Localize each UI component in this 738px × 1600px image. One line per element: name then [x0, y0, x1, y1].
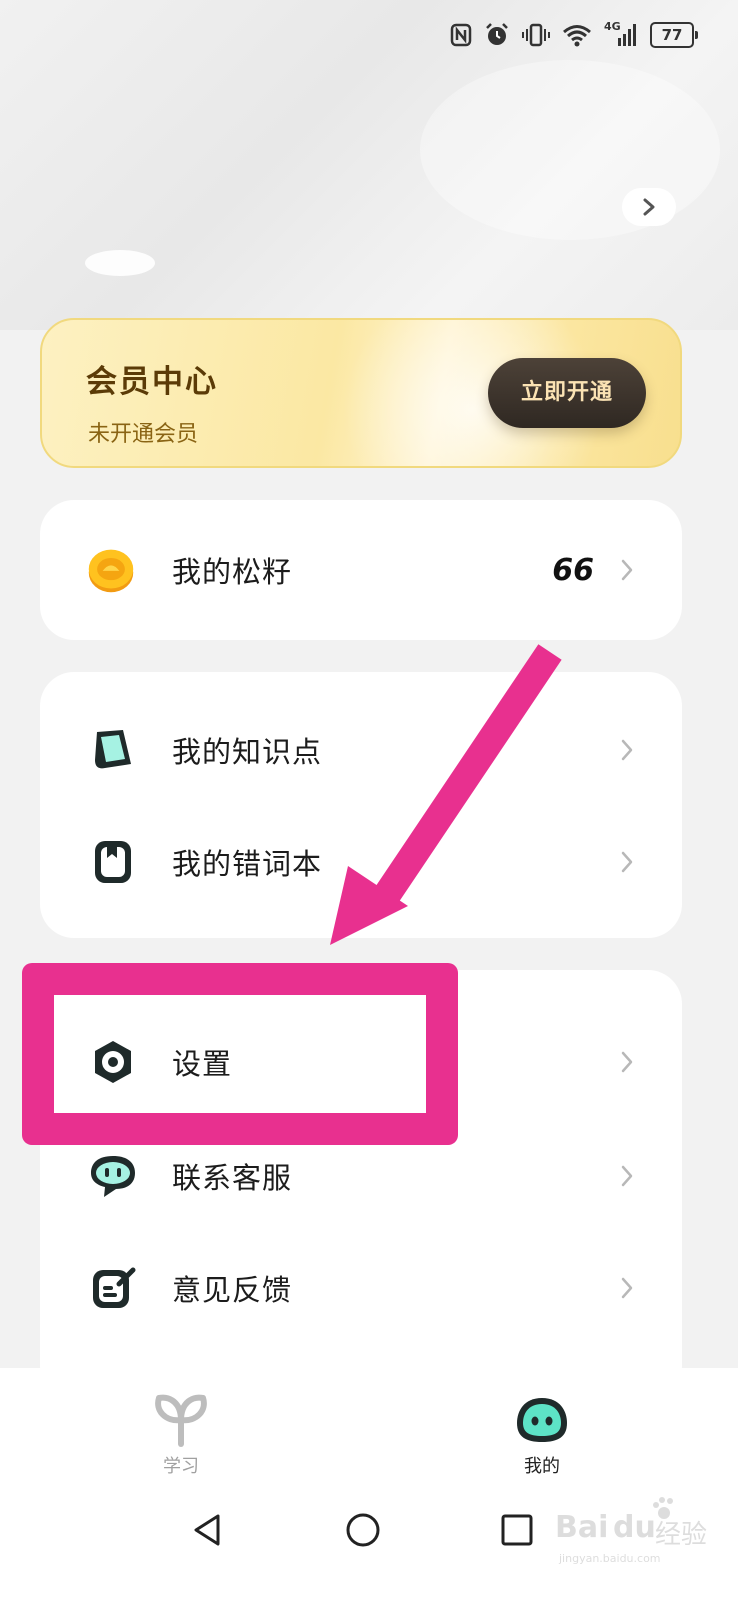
- menu-row-wordbook[interactable]: 我的错词本: [40, 812, 682, 912]
- chevron-right-icon: [621, 559, 633, 581]
- chevron-right-icon: [621, 1051, 633, 1073]
- nav-tab-mine[interactable]: 我的: [482, 1392, 602, 1478]
- battery-tip: [695, 31, 698, 39]
- nav-tab-study[interactable]: 学习: [121, 1392, 241, 1478]
- study-card: 我的知识点 我的错词本: [40, 672, 682, 938]
- chevron-right-icon: [643, 198, 655, 216]
- vip-center-card[interactable]: 会员中心 未开通会员 立即开通: [40, 318, 682, 468]
- watermark-brand: Bai: [555, 1510, 609, 1545]
- alarm-icon: [486, 23, 508, 45]
- home-circle-icon[interactable]: [343, 1510, 383, 1550]
- vip-title: 会员中心: [86, 364, 218, 400]
- nav-tab-label: 学习: [163, 1456, 199, 1477]
- coins-value: 66: [552, 552, 594, 588]
- chevron-right-icon: [621, 1277, 633, 1299]
- battery-level: 77: [650, 22, 694, 48]
- coins-label: 我的松籽: [172, 555, 293, 589]
- vip-subtitle: 未开通会员: [88, 422, 199, 447]
- knowledge-icon: [88, 725, 138, 775]
- watermark-cn-text: 经验: [655, 1520, 708, 1550]
- battery-indicator: 77: [650, 22, 698, 48]
- coins-row[interactable]: 我的松籽 66: [40, 520, 682, 620]
- chevron-right-icon: [621, 1165, 633, 1187]
- coin-icon: [86, 545, 136, 595]
- cellular-signal: 4G: [604, 20, 638, 48]
- activate-vip-button[interactable]: 立即开通: [488, 358, 646, 428]
- chevron-right-icon: [621, 739, 633, 761]
- wifi-icon: [563, 25, 591, 47]
- vibrate-icon: [522, 23, 550, 47]
- wordbook-icon: [88, 837, 138, 887]
- sprout-icon: [155, 1394, 207, 1447]
- background-blob: [85, 250, 155, 276]
- recents-square-icon[interactable]: [497, 1510, 537, 1550]
- menu-row-label: 我的错词本: [172, 847, 323, 881]
- feedback-icon: [88, 1263, 138, 1313]
- menu-row-label: 我的知识点: [172, 735, 323, 769]
- nav-tab-label: 我的: [524, 1456, 560, 1477]
- coins-card: 我的松籽 66: [40, 500, 682, 640]
- menu-row-label: 联系客服: [172, 1161, 293, 1195]
- annotation-highlight-box: [22, 963, 458, 1145]
- menu-row-label: 意见反馈: [172, 1273, 293, 1307]
- menu-row-feedback[interactable]: 意见反馈: [40, 1238, 682, 1338]
- customer-service-icon: [88, 1151, 138, 1201]
- back-triangle-icon[interactable]: [188, 1510, 228, 1550]
- profile-blob-icon: [517, 1398, 567, 1442]
- menu-row-knowledge[interactable]: 我的知识点: [40, 700, 682, 800]
- watermark-url: jingyan.baidu.com: [559, 1552, 661, 1565]
- signal-icon: [618, 24, 636, 46]
- baidu-watermark: Bai du 经验 jingyan.baidu.com: [555, 1490, 725, 1570]
- status-bar: 4G 77: [450, 18, 698, 52]
- watermark-brand-suffix: du: [613, 1510, 656, 1545]
- profile-arrow-button[interactable]: [622, 188, 676, 226]
- chevron-right-icon: [621, 851, 633, 873]
- nfc-icon: [450, 23, 472, 47]
